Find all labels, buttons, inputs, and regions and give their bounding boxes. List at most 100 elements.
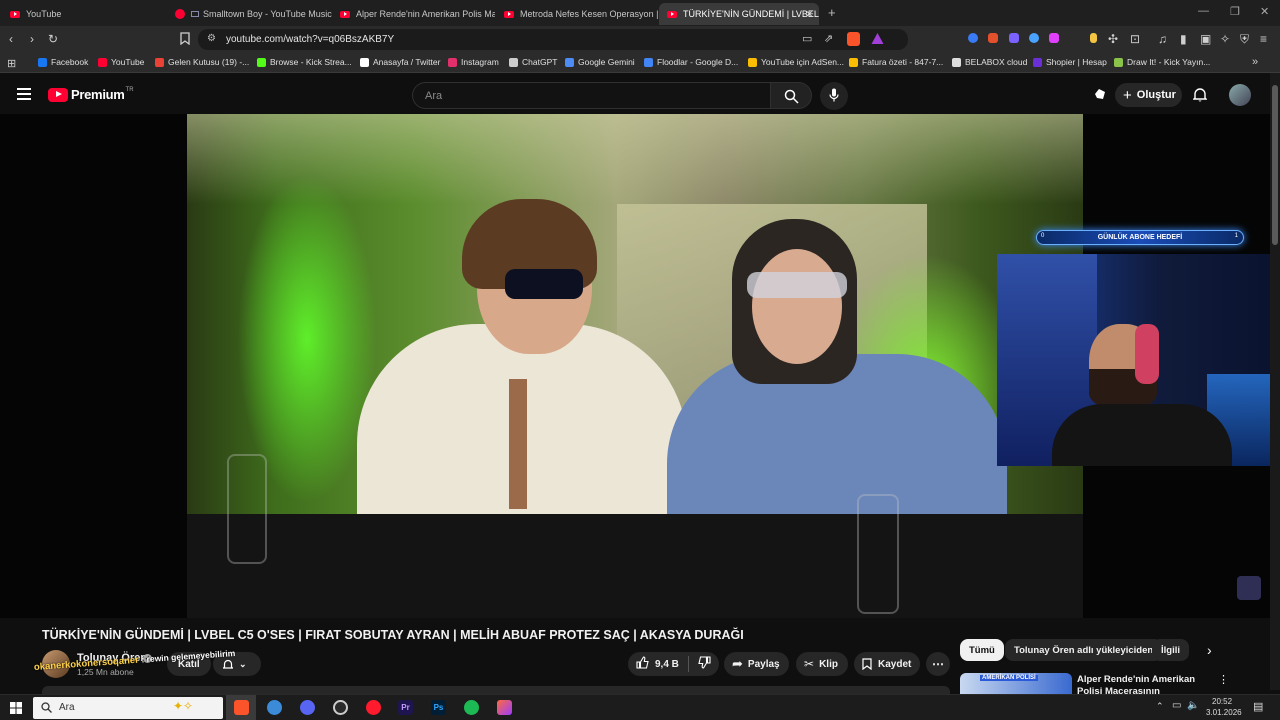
chevron-down-icon: ⌄ (239, 658, 247, 669)
more-vertical-icon[interactable]: ⋮ (1218, 673, 1229, 686)
recommended-title[interactable]: Alper Rende'nin Amerikan Polisi Macerası… (1077, 674, 1212, 694)
video-player[interactable]: 0 GÜNLÜK ABONE HEDEFİ 1 (0, 114, 1270, 618)
dislike-button[interactable] (698, 656, 711, 672)
chip-related[interactable]: İlgili (1152, 639, 1189, 661)
bookmark-item[interactable]: YouTube (98, 57, 144, 67)
windows-taskbar: Ara ✦✧ Pr Ps ⌃ ▭ 🔈 20:52 3.01.2026 ▤ (0, 694, 1280, 720)
new-tab-button[interactable]: + (828, 5, 836, 20)
extensions-puzzle-icon[interactable]: ✣ (1108, 32, 1118, 46)
reload-icon[interactable]: ↻ (48, 32, 58, 46)
extension-icon[interactable] (968, 33, 978, 43)
discord-taskbar-icon[interactable] (300, 700, 315, 715)
bookmark-favicon-icon (565, 57, 574, 67)
like-button[interactable] (636, 656, 649, 672)
youtube-premium-logo[interactable]: Premium TR (48, 87, 134, 102)
bookmark-item[interactable]: Draw It! - Kick Yayın... (1114, 57, 1210, 67)
browser-tab[interactable]: Metroda Nefes Kesen Operasyon | Gü (496, 3, 658, 25)
address-bar[interactable]: ⚙ youtube.com/watch?v=q06BszAKB7Y ▭ ⇗ (198, 29, 908, 50)
notifications-bell-icon[interactable] (1192, 87, 1208, 107)
share-button[interactable]: ➦ Paylaş (724, 652, 789, 676)
bookmark-label: Shopier | Hesap (1046, 57, 1107, 67)
close-window-icon[interactable]: ✕ (1260, 5, 1269, 18)
minimize-icon[interactable]: — (1198, 5, 1209, 17)
save-button[interactable]: Kaydet (854, 652, 920, 676)
clock-date[interactable]: 3.01.2026 (1206, 708, 1242, 717)
bookmark-item[interactable]: Facebook (38, 57, 88, 67)
extension-icon[interactable] (1049, 33, 1059, 43)
extension-icon[interactable] (1090, 33, 1097, 43)
back-icon[interactable]: ‹ (9, 32, 13, 46)
bookmark-item[interactable]: Anasayfa / Twitter (360, 57, 440, 67)
opera-taskbar-icon[interactable] (366, 700, 381, 715)
notification-center-icon[interactable]: ▤ (1253, 700, 1263, 713)
search-input[interactable]: Ara (412, 82, 770, 109)
bookmark-item[interactable]: Floodlar - Google D... (644, 57, 738, 67)
extension-icon[interactable] (988, 33, 998, 43)
scrollbar-thumb[interactable] (1272, 85, 1278, 245)
obs-taskbar-icon[interactable] (333, 700, 348, 715)
bookmark-item[interactable]: Instagram (448, 57, 499, 67)
share-label: Paylaş (747, 658, 780, 670)
bookmark-icon[interactable] (180, 32, 190, 48)
more-actions-button[interactable]: ⋯ (926, 652, 950, 676)
menu-icon[interactable]: ≡ (1260, 32, 1267, 46)
bookmark-item[interactable]: Shopier | Hesap (1033, 57, 1107, 67)
description-box[interactable] (42, 686, 950, 694)
site-info-icon[interactable]: ⚙ (207, 33, 216, 44)
recommended-thumbnail[interactable]: AMERİKAN POLİSİ (960, 673, 1072, 694)
forward-icon[interactable]: › (30, 32, 34, 46)
media-icon[interactable]: ♫ (1158, 32, 1167, 46)
brave-rewards-icon[interactable] (871, 32, 884, 45)
search-button[interactable] (770, 82, 812, 109)
network-icon[interactable]: ▭ (1172, 700, 1181, 711)
share-page-icon[interactable]: ⇗ (824, 32, 833, 45)
app-taskbar-icon[interactable] (267, 700, 282, 715)
cast-icon[interactable]: ▭ (802, 32, 812, 45)
avatar[interactable] (1229, 84, 1251, 106)
apps-grid-icon[interactable]: ⊞ (7, 57, 16, 70)
spotify-taskbar-icon[interactable] (464, 700, 479, 715)
restore-icon[interactable]: ❐ (1230, 5, 1240, 18)
chevron-right-icon[interactable]: › (1207, 642, 1212, 658)
browser-tab[interactable]: Smalltown Boy - YouTube Music (167, 3, 332, 25)
clock-time[interactable]: 20:52 (1212, 697, 1232, 706)
app-taskbar-icon[interactable] (497, 700, 512, 715)
screenshot-icon[interactable]: ⊡ (1130, 32, 1140, 46)
bookmark-item[interactable]: Gelen Kutusu (19) -... (155, 57, 249, 67)
chip-from-uploader[interactable]: Tolunay Ören adlı yükleyiciden (1005, 639, 1163, 661)
sidebar-icon[interactable]: ▮ (1180, 32, 1187, 46)
chip-label: Tolunay Ören adlı yükleyiciden (1014, 644, 1154, 656)
more-bookmarks-icon[interactable]: » (1252, 56, 1258, 68)
voice-search-button[interactable] (820, 82, 848, 110)
tray-overflow-icon[interactable]: ⌃ (1156, 701, 1164, 712)
extension-icon[interactable] (1029, 33, 1039, 43)
bookmark-item[interactable]: YouTube için AdSen... (748, 57, 844, 67)
photoshop-taskbar-icon[interactable]: Ps (431, 700, 446, 715)
bookmark-label: YouTube (111, 57, 145, 67)
browser-tab[interactable]: YouTube (2, 3, 167, 25)
close-icon[interactable]: ✕ (805, 9, 813, 20)
hamburger-menu-icon[interactable] (17, 88, 31, 100)
bookmark-item[interactable]: BELABOX cloud (952, 57, 1027, 67)
volume-icon[interactable]: 🔈 (1187, 700, 1199, 711)
brave-taskbar-icon[interactable] (234, 700, 249, 715)
bookmark-item[interactable]: ChatGPT (509, 57, 557, 67)
bookmark-item[interactable]: Browse - Kick Strea... (257, 57, 352, 67)
leo-ai-icon[interactable]: ✧ (1220, 32, 1230, 46)
extension-icon[interactable] (1009, 33, 1019, 43)
windows-start-icon[interactable] (10, 702, 22, 714)
premium-badge-icon[interactable] (1093, 87, 1107, 101)
browser-tab-active[interactable]: TÜRKİYE'NİN GÜNDEMİ | LVBEL ✕ (659, 3, 819, 25)
brave-shield-icon[interactable] (847, 32, 860, 46)
create-button[interactable]: + Oluştur (1115, 83, 1182, 107)
bookmark-item[interactable]: Google Gemini (565, 57, 635, 67)
premiere-taskbar-icon[interactable]: Pr (398, 700, 413, 715)
page-scrollbar[interactable] (1270, 73, 1280, 690)
browser-tab[interactable]: Alper Rende'nin Amerikan Polis Maca (332, 3, 495, 25)
taskbar-search-input[interactable]: Ara ✦✧ (33, 697, 223, 719)
clip-button[interactable]: ✂ Klip (796, 652, 848, 676)
wallet-icon[interactable]: ▣ (1200, 32, 1211, 46)
bookmark-item[interactable]: Fatura özeti - 847-7... (849, 57, 943, 67)
chip-all[interactable]: Tümü (960, 639, 1004, 661)
vpn-icon[interactable]: ⛨ (1240, 32, 1249, 46)
